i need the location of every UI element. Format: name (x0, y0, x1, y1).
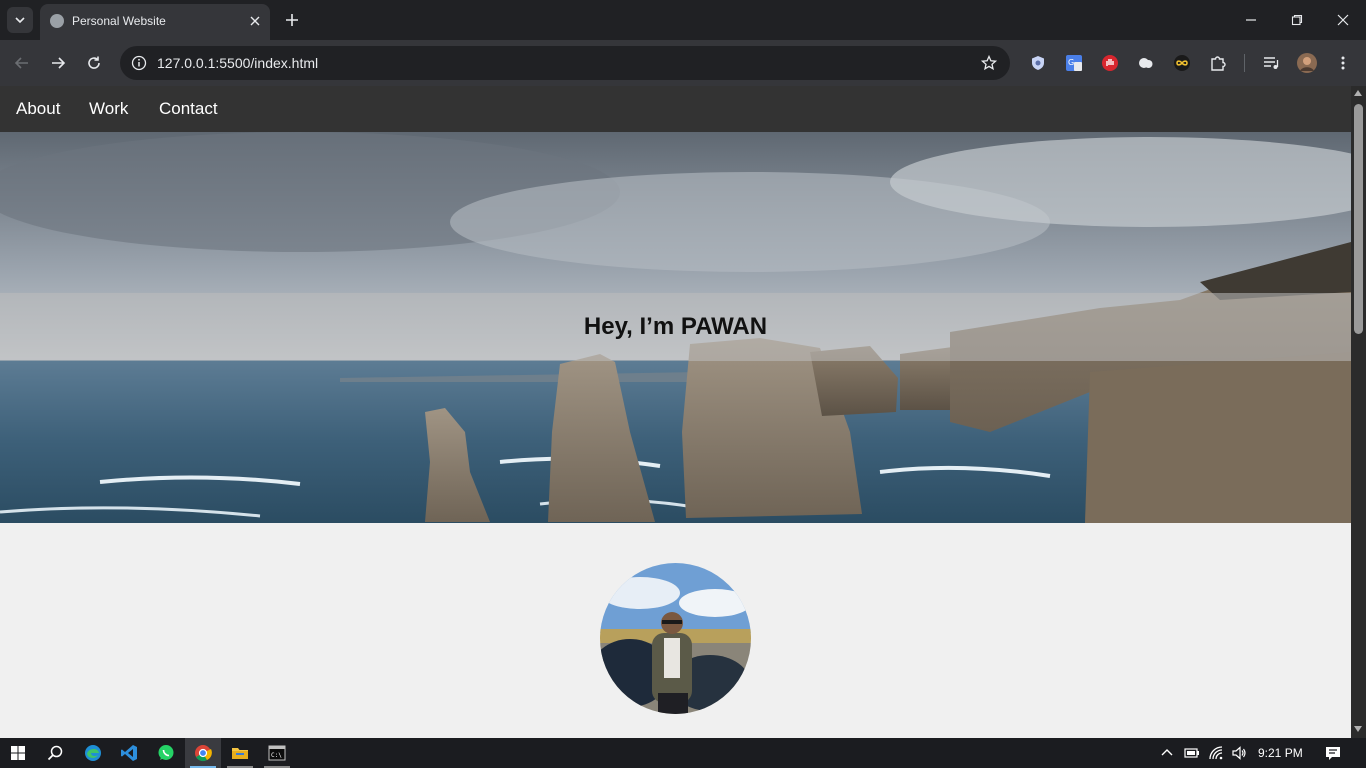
svg-text:C:\: C:\ (271, 752, 282, 759)
profile-photo (600, 563, 751, 714)
profile-button[interactable] (1297, 53, 1317, 73)
speaker-icon (1232, 746, 1246, 760)
profile-avatar-icon (1297, 53, 1317, 73)
nav-link-contact[interactable]: Contact (159, 99, 218, 119)
media-playlist-icon (1264, 57, 1279, 69)
volume-control[interactable] (1231, 745, 1247, 761)
restore-button[interactable] (1274, 0, 1320, 40)
minimize-button[interactable] (1228, 0, 1274, 40)
windows-taskbar: C:\ 9:21 PM (0, 738, 1366, 768)
browser-toolbar: 127.0.0.1:5500/index.html G (0, 40, 1366, 86)
notification-icon (1326, 747, 1340, 760)
minimize-icon (1246, 19, 1256, 21)
page-viewport: About Work Contact Hey, I’m PAWAN (0, 86, 1351, 738)
globe-icon (50, 14, 64, 28)
taskbar-chrome[interactable] (185, 738, 221, 768)
reload-icon (88, 56, 100, 69)
nav-link-work[interactable]: Work (89, 99, 128, 119)
kebab-menu-icon (1341, 56, 1345, 70)
taskbar-search-button[interactable] (37, 738, 73, 768)
taskbar-file-explorer[interactable] (222, 738, 258, 768)
site-info-button[interactable] (130, 54, 148, 72)
toolbar-separator (1244, 54, 1245, 72)
back-button[interactable] (10, 51, 34, 75)
hero-title-band: Hey, I’m PAWAN (0, 293, 1351, 361)
media-control-button[interactable] (1261, 53, 1281, 73)
chevron-down-icon (15, 17, 25, 24)
hand-extension-button[interactable] (1100, 53, 1120, 73)
page-scrollbar[interactable] (1351, 86, 1366, 738)
terminal-icon: C:\ (268, 745, 286, 761)
close-window-button[interactable] (1320, 0, 1366, 40)
arrow-right-icon (52, 57, 66, 69)
svg-text:G: G (1068, 58, 1074, 67)
shield-icon (1032, 56, 1044, 70)
translate-extension-button[interactable]: G (1064, 53, 1084, 73)
extensions-button[interactable] (1208, 53, 1228, 73)
folder-icon (232, 748, 248, 759)
translate-icon: G (1066, 55, 1082, 71)
restore-icon (1291, 14, 1303, 26)
browser-tab[interactable]: Personal Website (40, 4, 270, 40)
start-button[interactable] (0, 738, 36, 768)
scroll-down-arrow-icon[interactable] (1354, 726, 1362, 732)
puzzle-icon (1211, 56, 1226, 71)
tab-search-button[interactable] (7, 7, 33, 33)
network-status[interactable] (1208, 745, 1224, 761)
close-icon (1337, 14, 1349, 26)
taskbar-whatsapp[interactable] (148, 738, 184, 768)
windows-logo-icon (11, 746, 25, 760)
battery-status[interactable] (1184, 745, 1200, 761)
taskbar-terminal[interactable]: C:\ (259, 738, 295, 768)
whatsapp-icon (158, 745, 174, 760)
vscode-icon (121, 745, 137, 761)
infinity-icon (1174, 55, 1190, 71)
cloud-extension-button[interactable] (1136, 53, 1156, 73)
new-tab-button[interactable] (282, 10, 302, 30)
forward-button[interactable] (46, 51, 70, 75)
battery-charging-icon (1184, 748, 1199, 758)
hand-stop-icon (1102, 55, 1118, 71)
reload-button[interactable] (82, 51, 106, 75)
infinity-extension-button[interactable] (1172, 53, 1192, 73)
close-icon (250, 16, 260, 26)
arrow-left-icon (14, 57, 28, 69)
url-text[interactable]: 127.0.0.1:5500/index.html (157, 55, 318, 71)
search-icon (47, 745, 63, 761)
taskbar-vscode[interactable] (111, 738, 147, 768)
bookmark-button[interactable] (980, 54, 998, 72)
info-icon (131, 55, 147, 71)
show-hidden-icons-button[interactable] (1159, 745, 1175, 761)
plus-icon (286, 14, 298, 26)
address-bar[interactable]: 127.0.0.1:5500/index.html (120, 46, 1010, 80)
hero-banner: Hey, I’m PAWAN (0, 132, 1351, 523)
wifi-icon (1209, 746, 1223, 760)
cloud-icon (1139, 58, 1153, 68)
browser-tab-bar: Personal Website (0, 0, 1366, 40)
site-navbar: About Work Contact (0, 86, 1351, 132)
tab-close-button[interactable] (246, 12, 264, 30)
scroll-up-arrow-icon[interactable] (1354, 90, 1362, 96)
browser-menu-button[interactable] (1333, 53, 1353, 73)
tab-title: Personal Website (72, 14, 166, 28)
taskbar-edge[interactable] (75, 738, 111, 768)
system-clock[interactable]: 9:21 PM (1258, 745, 1303, 761)
notification-center-button[interactable] (1325, 745, 1341, 761)
hero-title: Hey, I’m PAWAN (583, 313, 768, 340)
chrome-icon (195, 745, 212, 762)
shield-extension-button[interactable] (1028, 53, 1048, 73)
profile-photo-image (600, 563, 751, 714)
edge-icon (85, 745, 101, 761)
star-icon (981, 55, 997, 71)
scrollbar-thumb[interactable] (1354, 104, 1363, 334)
nav-link-about[interactable]: About (16, 99, 60, 119)
chevron-up-icon (1161, 749, 1173, 756)
